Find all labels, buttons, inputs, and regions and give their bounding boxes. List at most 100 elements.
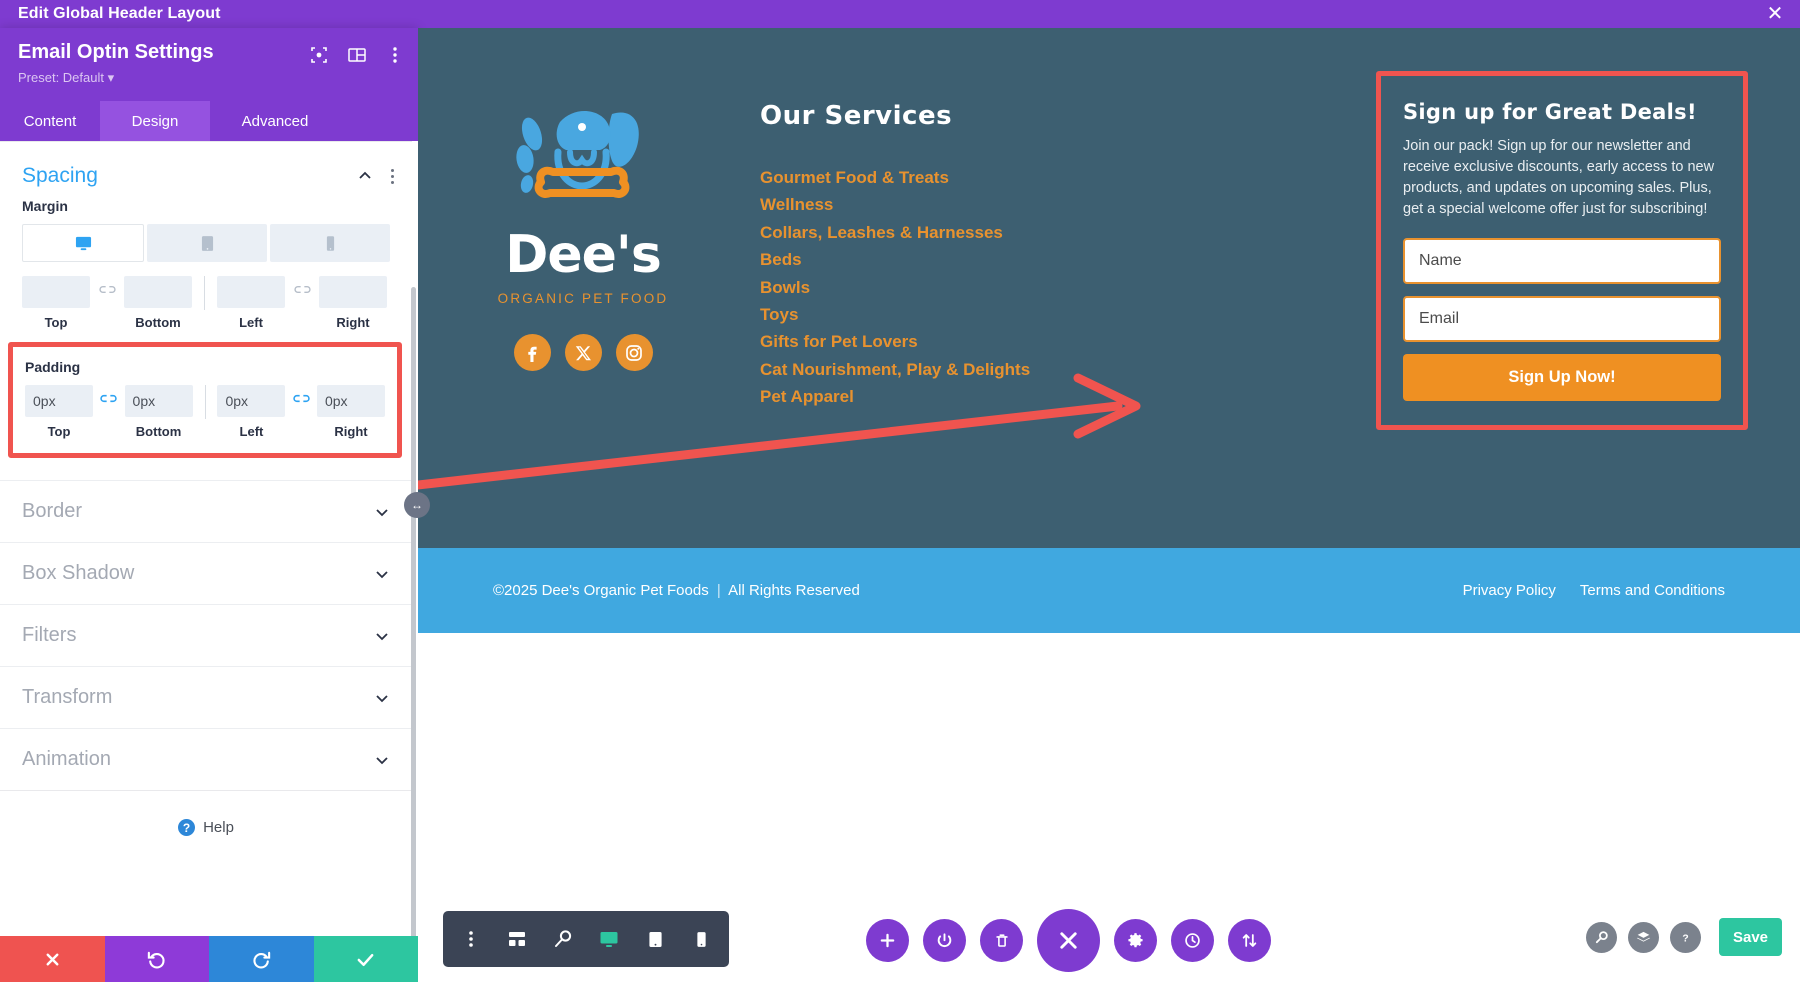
wireframe-icon[interactable]: [497, 919, 537, 959]
footer-links: Privacy Policy Terms and Conditions: [1463, 582, 1725, 599]
layout-columns-icon[interactable]: [348, 46, 366, 64]
padding-right-caption: Right: [334, 424, 368, 439]
margin-left-input[interactable]: [217, 276, 285, 308]
padding-top-input[interactable]: [25, 385, 93, 417]
close-builder-icon[interactable]: [1037, 908, 1100, 972]
margin-top-input[interactable]: [22, 276, 90, 308]
sort-updown-icon[interactable]: [1228, 918, 1271, 962]
margin-right-input[interactable]: [319, 276, 387, 308]
builder-action-bar: [866, 905, 1346, 975]
undo-button[interactable]: [104, 936, 209, 982]
link-top-bottom-icon[interactable]: [90, 283, 124, 296]
margin-field-group: Margin Top Bottom Left Right: [0, 198, 412, 330]
desktop-view-icon[interactable]: [589, 919, 629, 959]
list-item[interactable]: Collars, Leashes & Harnesses: [760, 222, 1148, 243]
padding-bottom-input[interactable]: [124, 385, 193, 417]
history-clock-icon[interactable]: [1171, 918, 1214, 962]
accordion-transform[interactable]: Transform: [0, 666, 412, 728]
list-item[interactable]: Gourmet Food & Treats: [760, 167, 1148, 188]
padding-left-input[interactable]: [217, 385, 286, 417]
facebook-icon[interactable]: [513, 334, 551, 371]
list-item[interactable]: Bowls: [760, 277, 1148, 298]
redo-button[interactable]: [209, 936, 314, 982]
help-icon[interactable]: ?: [1670, 921, 1701, 953]
window-title: Edit Global Header Layout: [18, 5, 221, 22]
spacing-section-header[interactable]: Spacing: [0, 142, 412, 198]
padding-field-group-highlight: Padding Top Bottom: [8, 342, 402, 458]
list-item[interactable]: Beds: [760, 249, 1148, 270]
phone-icon[interactable]: [270, 224, 390, 262]
link-padding-top-bottom-icon[interactable]: [93, 392, 125, 405]
list-item[interactable]: Pet Apparel: [760, 386, 1148, 407]
social-links: [513, 334, 653, 371]
copyright-text: ©2025 Dee's Organic Pet Foods | All Righ…: [493, 582, 860, 599]
email-field[interactable]: [1403, 296, 1721, 343]
chevron-down-icon: [374, 628, 390, 644]
layers-icon[interactable]: [1628, 921, 1659, 953]
link-padding-left-right-icon[interactable]: [285, 392, 317, 405]
copyright-right: All Rights Reserved: [728, 582, 860, 599]
accordion-box-shadow[interactable]: Box Shadow: [0, 542, 412, 604]
padding-left-cell: Left: [217, 385, 286, 439]
tab-design[interactable]: Design: [100, 101, 210, 141]
zoom-out-icon[interactable]: [543, 919, 583, 959]
desktop-icon[interactable]: [22, 224, 144, 262]
padding-left-caption: Left: [239, 424, 264, 439]
padding-right-input[interactable]: [316, 385, 385, 417]
list-item[interactable]: Cat Nourishment, Play & Delights: [760, 359, 1148, 380]
target-icon[interactable]: [310, 46, 328, 64]
kebab-menu-icon[interactable]: [386, 46, 404, 64]
tab-advanced[interactable]: Advanced: [210, 101, 340, 141]
margin-left-caption: Left: [239, 315, 263, 330]
add-icon[interactable]: [866, 918, 909, 962]
trash-icon[interactable]: [980, 918, 1023, 962]
power-icon[interactable]: [923, 918, 966, 962]
list-item[interactable]: Toys: [760, 304, 1148, 325]
panel-resize-handle[interactable]: ↔: [404, 492, 430, 518]
kebab-menu-icon[interactable]: [451, 919, 491, 959]
help-button[interactable]: ? Help: [0, 791, 412, 836]
logo-wordmark: Dee's: [505, 225, 662, 285]
apply-changes-button[interactable]: [313, 936, 418, 982]
settings-panel: Email Optin Settings Preset: Default ▾ C…: [0, 28, 418, 982]
chevron-up-icon[interactable]: [357, 168, 373, 184]
link-left-right-icon[interactable]: [285, 283, 319, 296]
accordion-filters[interactable]: Filters: [0, 604, 412, 666]
discard-changes-button[interactable]: [0, 936, 105, 982]
builder-corner-tools: ? Save: [1586, 918, 1782, 956]
instagram-icon[interactable]: [615, 334, 653, 371]
list-item[interactable]: Gifts for Pet Lovers: [760, 331, 1148, 352]
phone-view-icon[interactable]: [681, 919, 721, 959]
website-preview-canvas: Dee's ORGANIC PET FOOD Our Services Gour…: [418, 28, 1800, 982]
terms-and-conditions-link[interactable]: Terms and Conditions: [1580, 582, 1725, 599]
accordion-animation[interactable]: Animation: [0, 728, 412, 790]
settings-gear-icon[interactable]: [1114, 918, 1157, 962]
padding-bottom-cell: Bottom: [124, 385, 193, 439]
panel-scrollbar-thumb[interactable]: [411, 287, 416, 936]
help-icon: ?: [178, 819, 196, 836]
name-field[interactable]: [1403, 238, 1721, 285]
preset-selector[interactable]: Preset: Default ▾: [18, 70, 114, 86]
accordion-border-label: Border: [22, 500, 83, 522]
accordion-border[interactable]: Border: [0, 480, 412, 542]
signup-submit-button[interactable]: Sign Up Now!: [1403, 354, 1721, 402]
tablet-icon[interactable]: [147, 224, 267, 262]
chevron-down-icon: [374, 752, 390, 768]
tablet-view-icon[interactable]: [635, 919, 675, 959]
close-icon[interactable]: ✕: [1764, 3, 1786, 25]
search-icon[interactable]: [1586, 921, 1617, 953]
tab-content[interactable]: Content: [0, 101, 100, 141]
margin-top-caption: Top: [44, 315, 68, 330]
accordion-transform-label: Transform: [22, 686, 113, 708]
x-twitter-icon[interactable]: [564, 334, 602, 371]
spacing-options-icon[interactable]: [391, 168, 394, 184]
privacy-policy-link[interactable]: Privacy Policy: [1463, 582, 1556, 599]
logo-column: Dee's ORGANIC PET FOOD: [418, 46, 748, 548]
logo-tagline: ORGANIC PET FOOD: [497, 291, 669, 306]
save-button[interactable]: Save: [1719, 918, 1782, 956]
list-item[interactable]: Wellness: [760, 194, 1148, 215]
panel-header-icons: [310, 46, 404, 64]
optin-module-highlight: Sign up for Great Deals! Join our pack! …: [1376, 71, 1748, 431]
margin-bottom-input[interactable]: [124, 276, 192, 308]
margin-right-cell: Right: [319, 276, 387, 330]
